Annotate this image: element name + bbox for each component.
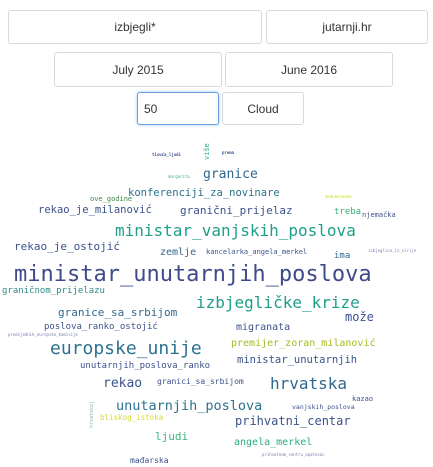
cloud-word: graničnom_prijelazu bbox=[2, 285, 105, 296]
cloud-word: ministar_unutarnjih_poslova bbox=[14, 262, 372, 287]
cloud-word: europske_unije bbox=[50, 338, 202, 359]
cloud-word: kazao bbox=[352, 395, 373, 403]
cloud-word: rekao_je_milanović bbox=[38, 204, 152, 216]
cloud-word: ministar_unutarnjih bbox=[237, 354, 357, 366]
cloud-word: granici_sa_srbijom bbox=[157, 377, 244, 386]
word-count-input[interactable]: 50 bbox=[137, 92, 219, 125]
cloud-word: vanjskih_poslova bbox=[292, 403, 355, 411]
start-date-input[interactable]: July 2015 bbox=[54, 52, 222, 87]
cloud-word: hrvatskoj bbox=[89, 401, 95, 428]
cloud-word: granice_sa_srbijom bbox=[58, 306, 178, 319]
cloud-word: izbjegličke_krize bbox=[196, 293, 360, 312]
search-term-input[interactable]: izbjegli* bbox=[8, 10, 262, 44]
cloud-word: poslova_ranko_ostojić bbox=[44, 321, 158, 332]
cloud-word: kancelarka_angela_merkel bbox=[206, 248, 307, 256]
cloud-word: margarita bbox=[168, 174, 190, 179]
cloud-word: migranata bbox=[236, 322, 290, 333]
word-cloud: tisuća_ljudi prema više margarita granic… bbox=[2, 143, 417, 465]
cloud-word: unutarnjih_poslova_ranko bbox=[80, 361, 210, 371]
cloud-word: prema bbox=[222, 150, 235, 155]
cloud-view-button[interactable]: Cloud bbox=[222, 92, 304, 125]
cloud-word: angela_merkel bbox=[234, 437, 312, 448]
cloud-word: njemačka bbox=[362, 211, 396, 219]
cloud-word: ljudi bbox=[155, 430, 188, 443]
cloud-word: premijer_zoran_milanović bbox=[231, 337, 376, 349]
cloud-word: unutarnjih_poslova bbox=[116, 398, 262, 414]
cloud-word: konferenciji_za_novinare bbox=[128, 187, 280, 199]
cloud-word: prihvatnom_centru_opatovac bbox=[262, 452, 325, 457]
cloud-word: ove_godine bbox=[90, 195, 132, 203]
cloud-word: predsjednik_europske_komisije bbox=[8, 332, 78, 337]
source-input[interactable]: jutarnji.hr bbox=[266, 10, 428, 44]
cloud-word: treba bbox=[334, 207, 361, 217]
cloud-word: rekao bbox=[103, 376, 142, 391]
cloud-word: može bbox=[345, 310, 374, 324]
cloud-word: zemlje bbox=[160, 247, 196, 258]
cloud-word: više bbox=[203, 143, 211, 160]
cloud-word: hrvatska bbox=[270, 374, 347, 393]
cloud-word: granice bbox=[203, 167, 258, 182]
cloud-word: izbjeglica_iz_sirije bbox=[368, 248, 417, 253]
end-date-input[interactable]: June 2016 bbox=[225, 52, 393, 87]
cloud-word: prihvatni_centar bbox=[235, 414, 351, 428]
cloud-word: međunarodna bbox=[325, 194, 352, 199]
cloud-word: rekao_je_ostojić bbox=[14, 240, 120, 253]
cloud-word: granični_prijelaz bbox=[180, 204, 293, 217]
cloud-word: ministar_vanjskih_poslova bbox=[115, 221, 356, 240]
cloud-word: bliskog_istoka bbox=[100, 413, 163, 422]
cloud-word: tisuća_ljudi bbox=[152, 152, 181, 157]
cloud-word: ima bbox=[334, 251, 350, 261]
cloud-word: mađarska bbox=[130, 456, 169, 465]
